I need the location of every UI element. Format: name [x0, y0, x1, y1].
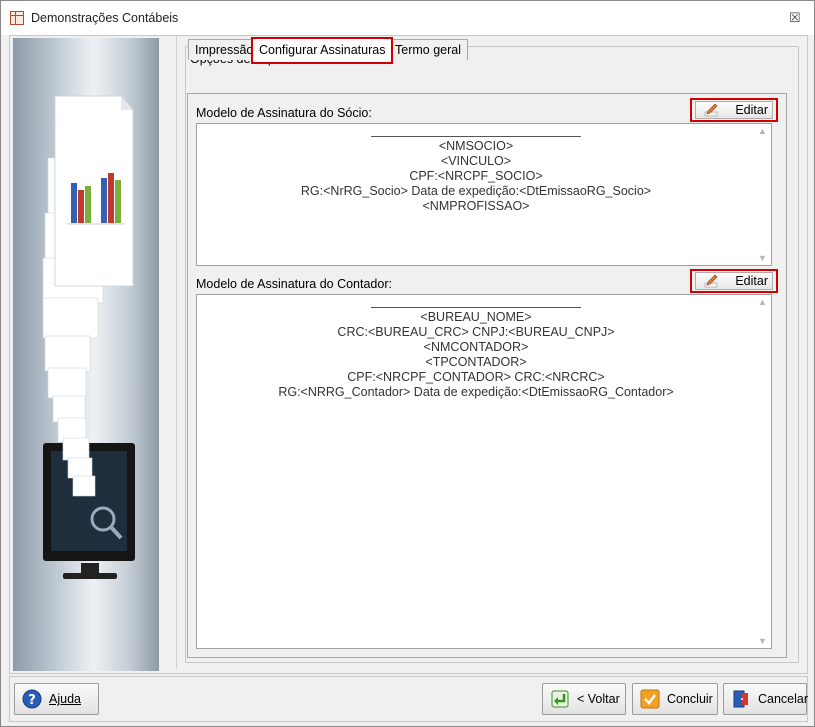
sig-line: <VINCULO>: [440, 154, 512, 168]
scroll-down-icon[interactable]: ▼: [758, 636, 767, 646]
edit-socio-button[interactable]: Editar: [690, 98, 778, 122]
help-label: Ajuda: [49, 692, 81, 706]
finish-label: Concluir: [667, 692, 713, 706]
pencil-icon: [704, 274, 718, 288]
sig-line: <NMPROFISSAO>: [422, 199, 530, 213]
back-label: < Voltar: [577, 692, 620, 706]
help-button[interactable]: ? Ajuda: [14, 683, 99, 715]
contador-signature-editor[interactable]: <BUREAU_NOME> CRC:<BUREAU_CRC> CNPJ:<BUR…: [196, 294, 772, 649]
signature-line: [371, 136, 581, 137]
sig-line: CRC:<BUREAU_CRC> CNPJ:<BUREAU_CNPJ>: [337, 325, 615, 339]
wizard-footer: ? Ajuda < Voltar Concluir Cancelar: [9, 676, 808, 722]
signature-tab-page: Modelo de Assinatura do Sócio: Editar <N…: [187, 93, 787, 658]
checkmark-icon: [640, 689, 660, 709]
sig-line: <NMSOCIO>: [438, 139, 514, 153]
edit-contador-label: Editar: [735, 274, 768, 288]
sig-line: <NMCONTADOR>: [423, 340, 529, 354]
edit-contador-button[interactable]: Editar: [690, 269, 778, 293]
back-arrow-icon: [551, 690, 569, 708]
vertical-scrollbar[interactable]: ▲ ▼: [755, 124, 771, 265]
contador-signature-label: Modelo de Assinatura do Contador:: [196, 277, 392, 291]
window-title: Demonstrações Contábeis: [31, 11, 179, 25]
back-button[interactable]: < Voltar: [542, 683, 626, 715]
dialog-window: Demonstrações Contábeis ☒ Impressão Conf…: [0, 0, 815, 727]
tab-impressao[interactable]: Impressão: [188, 39, 261, 60]
contador-signature-text: <BUREAU_NOME> CRC:<BUREAU_CRC> CNPJ:<BUR…: [197, 305, 755, 400]
vertical-scrollbar[interactable]: ▲ ▼: [755, 295, 771, 648]
pencil-icon: [704, 103, 718, 117]
scroll-down-icon[interactable]: ▼: [758, 253, 767, 263]
tab-configurar-assinaturas[interactable]: Configurar Assinaturas: [251, 37, 394, 64]
title-bar: Demonstrações Contábeis ☒: [1, 1, 814, 35]
tab-termo-geral[interactable]: Termo geral: [388, 39, 468, 60]
scroll-up-icon[interactable]: ▲: [758, 297, 767, 307]
socio-signature-label: Modelo de Assinatura do Sócio:: [196, 106, 372, 120]
svg-text:?: ?: [28, 693, 36, 708]
finish-button[interactable]: Concluir: [632, 683, 718, 715]
sig-line: <BUREAU_NOME>: [420, 310, 532, 324]
sig-line: CPF:<NRCPF_SOCIO>: [409, 169, 543, 183]
edit-socio-label: Editar: [735, 103, 768, 117]
sig-line: <TPCONTADOR>: [425, 355, 527, 369]
sig-line: CPF:<NRCPF_CONTADOR> CRC:<NRCRC>: [347, 370, 605, 384]
exit-door-icon: [733, 690, 748, 708]
spreadsheet-icon: [10, 11, 24, 25]
cancel-button[interactable]: Cancelar: [723, 683, 809, 715]
socio-signature-text: <NMSOCIO> <VINCULO> CPF:<NRCPF_SOCIO> RG…: [197, 134, 755, 214]
help-icon: ?: [22, 689, 42, 709]
sig-line: RG:<NrRG_Socio> Data de expedição:<DtEmi…: [300, 184, 652, 198]
signature-line: [371, 307, 581, 308]
sig-line: RG:<NRRG_Contador> Data de expedição:<Dt…: [278, 385, 674, 399]
socio-signature-editor[interactable]: <NMSOCIO> <VINCULO> CPF:<NRCPF_SOCIO> RG…: [196, 123, 772, 266]
wizard-side-illustration: [13, 38, 159, 671]
close-button[interactable]: ☒: [789, 10, 801, 26]
cancel-label: Cancelar: [758, 692, 809, 706]
scroll-up-icon[interactable]: ▲: [758, 126, 767, 136]
